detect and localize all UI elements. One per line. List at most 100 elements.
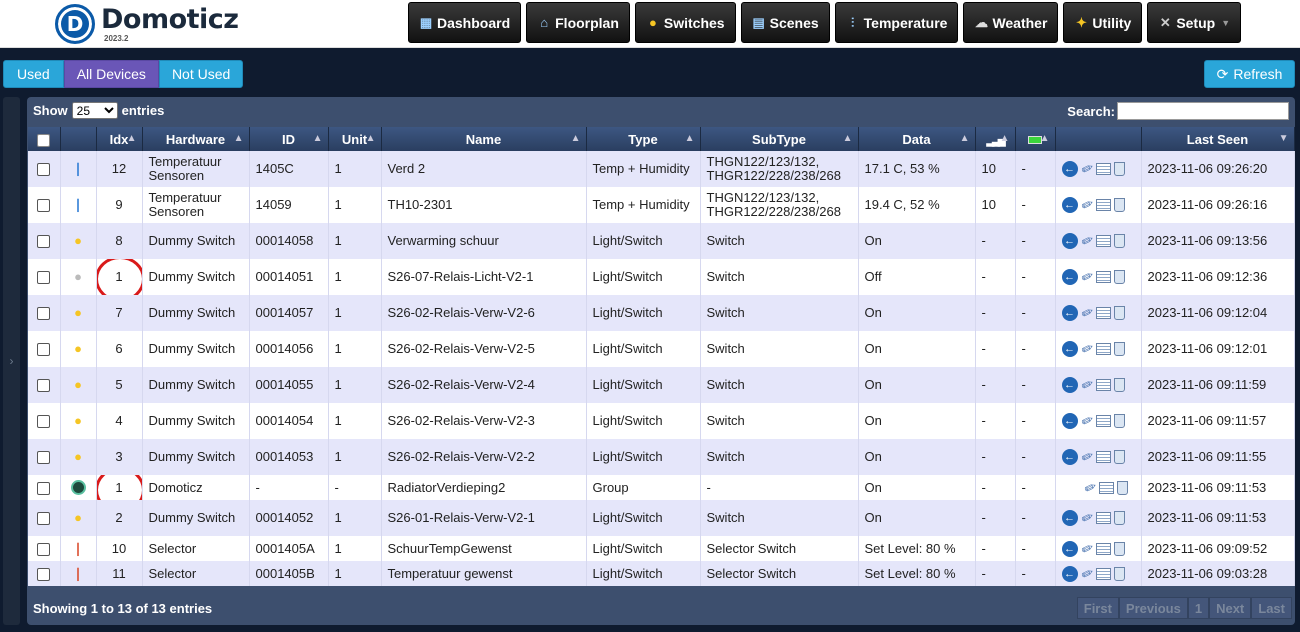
hardware-header[interactable]: Hardware ▲ bbox=[142, 127, 250, 151]
row-checkbox[interactable] bbox=[37, 512, 51, 526]
remove-from-used-icon[interactable]: ← bbox=[1061, 413, 1078, 429]
remove-from-used-icon[interactable]: ← bbox=[1061, 305, 1078, 321]
table-row[interactable]: ● 3 Dummy Switch 00014053 1 S26-02-Relais-Ver… bbox=[28, 439, 1295, 475]
table-row[interactable]: ∣ 12 Temperatuur Sensoren 1405C 1 Verd 2 Temp … bbox=[28, 151, 1295, 187]
filter-used-button[interactable]: Used bbox=[3, 60, 64, 88]
remove-from-used-icon[interactable]: ← bbox=[1061, 510, 1078, 526]
edit-icon[interactable]: ✐ bbox=[1078, 375, 1094, 394]
edit-icon[interactable]: ✐ bbox=[1078, 508, 1094, 527]
nav-setup[interactable]: ✕ Setup ▼ bbox=[1147, 2, 1242, 43]
delete-icon[interactable] bbox=[1113, 234, 1125, 248]
log-icon[interactable] bbox=[1095, 235, 1111, 247]
name-header[interactable]: Name ▲ bbox=[381, 127, 587, 151]
remove-from-used-icon[interactable]: ← bbox=[1061, 233, 1078, 249]
edit-icon[interactable]: ✐ bbox=[1078, 231, 1094, 250]
edit-icon[interactable]: ✐ bbox=[1078, 339, 1094, 358]
delete-icon[interactable] bbox=[1113, 450, 1125, 464]
edit-icon[interactable]: ✐ bbox=[1078, 564, 1094, 583]
log-icon[interactable] bbox=[1095, 271, 1111, 283]
subtype-header[interactable]: SubType ▲ bbox=[700, 127, 859, 151]
log-icon[interactable] bbox=[1095, 542, 1111, 555]
delete-icon[interactable] bbox=[1113, 198, 1125, 212]
table-row[interactable]: ∣ 11 Selector 0001405B 1 Temperatuur gewenst L… bbox=[28, 561, 1295, 586]
table-row[interactable]: ● 8 Dummy Switch 00014058 1 Verwarming schuur… bbox=[28, 223, 1295, 259]
log-icon[interactable] bbox=[1095, 379, 1111, 391]
row-checkbox[interactable] bbox=[37, 307, 51, 321]
side-panel-toggle[interactable]: › bbox=[3, 97, 20, 625]
battery-header[interactable]: ▲ bbox=[1015, 127, 1056, 151]
remove-from-used-icon[interactable]: ← bbox=[1061, 449, 1078, 465]
nav-floorplan[interactable]: ⌂ Floorplan bbox=[526, 2, 630, 43]
table-row[interactable]: ● 1 Dummy Switch 00014051 1 S26-07-Relais-Lic… bbox=[28, 259, 1295, 295]
row-checkbox[interactable] bbox=[37, 163, 51, 177]
nav-utility[interactable]: ✦ Utility bbox=[1063, 2, 1143, 43]
next-page-button[interactable]: Next bbox=[1209, 597, 1252, 619]
delete-icon[interactable] bbox=[1113, 541, 1125, 556]
nav-weather[interactable]: ☁ Weather bbox=[963, 2, 1059, 43]
table-row[interactable]: ● 4 Dummy Switch 00014054 1 S26-02-Relais-Ver… bbox=[28, 403, 1295, 439]
delete-icon[interactable] bbox=[1113, 566, 1125, 581]
remove-from-used-icon[interactable]: ← bbox=[1061, 269, 1078, 285]
row-checkbox[interactable] bbox=[37, 271, 51, 285]
row-checkbox[interactable] bbox=[37, 343, 51, 357]
table-row[interactable]: ● 2 Dummy Switch 00014052 1 S26-01-Relais-Ver… bbox=[28, 500, 1295, 536]
nav-switches[interactable]: ● Switches bbox=[634, 2, 736, 43]
table-row[interactable]: 1 Domoticz - - RadiatorVerdieping2 Group - On - -… bbox=[28, 475, 1295, 500]
delete-icon[interactable] bbox=[1113, 414, 1125, 428]
log-icon[interactable] bbox=[1098, 481, 1114, 494]
table-row[interactable]: ∣ 10 Selector 0001405A 1 SchuurTempGewenst Lig… bbox=[28, 536, 1295, 561]
remove-from-used-icon[interactable]: ← bbox=[1061, 377, 1078, 393]
table-row[interactable]: ● 6 Dummy Switch 00014056 1 S26-02-Relais-Ver… bbox=[28, 331, 1295, 367]
row-checkbox[interactable] bbox=[37, 542, 51, 556]
nav-scenes[interactable]: ▤ Scenes bbox=[740, 2, 830, 43]
log-icon[interactable] bbox=[1095, 199, 1111, 211]
row-checkbox[interactable] bbox=[37, 415, 51, 429]
idx-header[interactable]: Idx ▲ bbox=[96, 127, 143, 151]
edit-icon[interactable]: ✐ bbox=[1078, 303, 1094, 322]
log-icon[interactable] bbox=[1095, 451, 1111, 463]
delete-icon[interactable] bbox=[1113, 270, 1125, 284]
log-icon[interactable] bbox=[1095, 415, 1111, 427]
table-row[interactable]: ∣ 9 Temperatuur Sensoren 14059 1 TH10-2301 Tem… bbox=[28, 187, 1295, 223]
edit-icon[interactable]: ✐ bbox=[1078, 195, 1094, 214]
remove-from-used-icon[interactable]: ← bbox=[1061, 565, 1078, 582]
table-row[interactable]: ● 5 Dummy Switch 00014055 1 S26-02-Relais-Ver… bbox=[28, 367, 1295, 403]
table-row[interactable]: ● 7 Dummy Switch 00014057 1 S26-02-Relais-Ver… bbox=[28, 295, 1295, 331]
row-checkbox[interactable] bbox=[37, 451, 51, 465]
delete-icon[interactable] bbox=[1113, 511, 1125, 525]
row-checkbox[interactable] bbox=[37, 199, 51, 213]
remove-from-used-icon[interactable]: ← bbox=[1061, 197, 1078, 213]
page-size-select[interactable]: 25 bbox=[71, 102, 118, 119]
unit-header[interactable]: Unit ▲ bbox=[328, 127, 382, 151]
select-all-checkbox[interactable] bbox=[37, 133, 51, 147]
filter-not-used-button[interactable]: Not Used bbox=[158, 60, 244, 88]
edit-icon[interactable]: ✐ bbox=[1078, 539, 1094, 558]
filter-all-devices-button[interactable]: All Devices bbox=[63, 60, 159, 88]
id-header[interactable]: ID ▲ bbox=[249, 127, 329, 151]
row-checkbox[interactable] bbox=[37, 567, 51, 581]
edit-icon[interactable]: ✐ bbox=[1078, 447, 1094, 466]
search-input[interactable] bbox=[1117, 102, 1289, 120]
log-icon[interactable] bbox=[1095, 307, 1111, 319]
log-icon[interactable] bbox=[1095, 567, 1111, 580]
edit-icon[interactable]: ✐ bbox=[1081, 478, 1097, 497]
nav-temperature[interactable]: ⫶ Temperature bbox=[834, 2, 959, 43]
delete-icon[interactable] bbox=[1116, 480, 1128, 495]
log-icon[interactable] bbox=[1095, 512, 1111, 524]
last-page-button[interactable]: Last bbox=[1251, 597, 1292, 619]
edit-icon[interactable]: ✐ bbox=[1078, 411, 1094, 430]
data-header[interactable]: Data ▲ bbox=[858, 127, 976, 151]
previous-page-button[interactable]: Previous bbox=[1118, 597, 1188, 619]
row-checkbox[interactable] bbox=[37, 481, 51, 495]
remove-from-used-icon[interactable]: ← bbox=[1061, 161, 1078, 177]
delete-icon[interactable] bbox=[1113, 342, 1125, 356]
row-checkbox[interactable] bbox=[37, 235, 51, 249]
app-logo[interactable]: D Domoticz 2023.2 bbox=[55, 2, 239, 46]
nav-dashboard[interactable]: ▦ Dashboard bbox=[408, 2, 522, 43]
last-seen-header[interactable]: Last Seen ▼ bbox=[1141, 127, 1295, 151]
remove-from-used-icon[interactable]: ← bbox=[1061, 540, 1078, 557]
remove-from-used-icon[interactable]: ← bbox=[1061, 341, 1078, 357]
signal-header[interactable]: ▂▃▅ ▲ bbox=[975, 127, 1016, 151]
refresh-button[interactable]: ⟳ Refresh bbox=[1204, 60, 1295, 88]
page-1-button[interactable]: 1 bbox=[1187, 597, 1210, 619]
